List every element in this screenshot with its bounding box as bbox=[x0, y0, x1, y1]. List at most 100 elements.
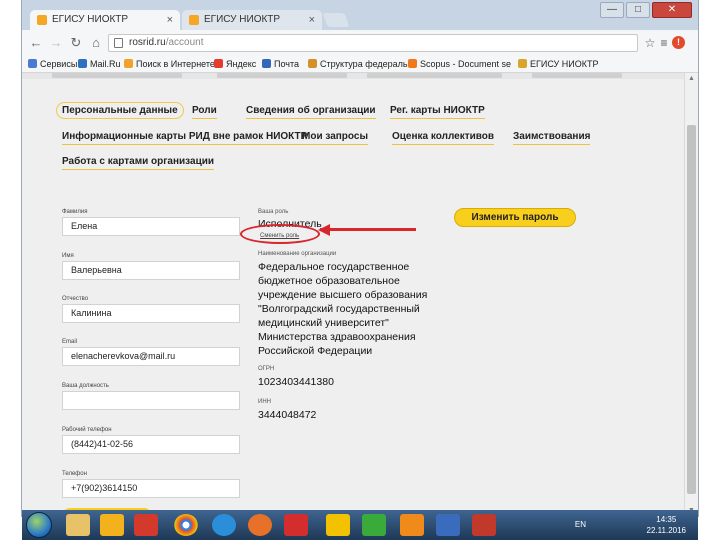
favicon-icon bbox=[189, 15, 199, 25]
tab-borrowing[interactable]: Заимствования bbox=[513, 131, 591, 145]
bookmark-item[interactable]: Яндекс bbox=[214, 57, 256, 71]
bookmark-item[interactable]: Mail.Ru bbox=[78, 57, 121, 71]
bookmark-item[interactable]: Поиск в Интернете bbox=[124, 57, 215, 71]
tab-my-requests[interactable]: Мои запросы bbox=[302, 131, 368, 145]
patronymic-label: Отчество bbox=[62, 296, 89, 302]
app-a-icon[interactable] bbox=[362, 514, 386, 536]
role-label: Ваша роль bbox=[258, 209, 289, 215]
scrollbar-thumb[interactable] bbox=[687, 125, 696, 494]
page-icon bbox=[114, 38, 123, 48]
org-name-line: "Волгоградский государственный bbox=[258, 303, 420, 315]
start-button-icon[interactable] bbox=[26, 512, 52, 538]
scroll-up-icon[interactable]: ▲ bbox=[688, 75, 695, 82]
position-label: Ваша должность bbox=[62, 383, 109, 389]
title-bar: ЕГИСУ НИОКТР × ЕГИСУ НИОКТР × — □ ✕ bbox=[22, 0, 698, 30]
browser-window: ЕГИСУ НИОКТР × ЕГИСУ НИОКТР × — □ ✕ ← → … bbox=[22, 0, 698, 516]
position-input[interactable] bbox=[62, 391, 240, 410]
org-name-line: Федеральное государственное bbox=[258, 261, 410, 273]
minimize-button[interactable]: — bbox=[600, 2, 624, 18]
surname-input[interactable]: Елена bbox=[62, 217, 240, 236]
work-phone-label: Рабочий телефон bbox=[62, 427, 112, 433]
vk-icon[interactable] bbox=[436, 514, 460, 536]
bookmark-item[interactable]: ЕГИСУ НИОКТР bbox=[518, 57, 598, 71]
name-input[interactable]: Валерьевна bbox=[62, 261, 240, 280]
forward-arrow-icon[interactable]: → bbox=[48, 35, 64, 51]
header-fragment bbox=[532, 73, 622, 78]
bookmark-label: Поиск в Интернете bbox=[136, 59, 215, 69]
tab-title: ЕГИСУ НИОКТР bbox=[52, 14, 129, 25]
surname-label: Фамилия bbox=[62, 209, 88, 215]
chrome-icon[interactable] bbox=[174, 514, 198, 536]
annotation-arrow-line bbox=[320, 228, 416, 231]
presentation-icon[interactable] bbox=[472, 514, 496, 536]
bookmarks-bar: Сервисы Mail.Ru Поиск в Интернете Яндекс… bbox=[22, 56, 698, 73]
phone-label: Телефон bbox=[62, 471, 87, 477]
tab-label: Роли bbox=[192, 105, 217, 119]
tab-label: Оценка коллективов bbox=[392, 131, 495, 145]
browser-toolbar: ← → ↻ ⌂ rosrid.ru/account ☆ ≡ ! bbox=[22, 30, 698, 56]
tab-close-icon[interactable]: × bbox=[309, 10, 315, 30]
patronymic-input[interactable]: Калинина bbox=[62, 304, 240, 323]
url-host: rosrid.ru bbox=[129, 37, 166, 48]
home-icon[interactable]: ⌂ bbox=[88, 35, 104, 51]
bookmark-item[interactable]: Структура федераль bbox=[308, 57, 408, 71]
tab-label: Рег. карты НИОКТР bbox=[390, 105, 485, 119]
folder-icon bbox=[308, 59, 317, 68]
explorer-icon[interactable] bbox=[66, 514, 90, 536]
tab-personal-data[interactable]: Персональные данные bbox=[56, 102, 184, 119]
menu-icon[interactable]: ≡ bbox=[656, 35, 672, 51]
email-label: Email bbox=[62, 339, 78, 345]
tab-roles[interactable]: Роли bbox=[192, 105, 217, 119]
bookmark-item[interactable]: Сервисы bbox=[28, 57, 77, 71]
tab-reg-cards[interactable]: Рег. карты НИОКТР bbox=[390, 105, 485, 119]
bookmark-label: ЕГИСУ НИОКТР bbox=[530, 59, 599, 69]
media-player-icon[interactable] bbox=[100, 514, 124, 536]
back-arrow-icon[interactable]: ← bbox=[28, 35, 44, 51]
ogrn-label: ОГРН bbox=[258, 366, 275, 372]
window-controls: — □ ✕ bbox=[600, 2, 692, 18]
close-window-button[interactable]: ✕ bbox=[652, 2, 692, 18]
header-fragment bbox=[52, 73, 182, 78]
bookmark-label: Яндекс bbox=[226, 59, 257, 69]
mailru-icon bbox=[78, 59, 87, 68]
tab-close-icon[interactable]: × bbox=[167, 10, 173, 30]
phone-input[interactable]: +7(902)3614150 bbox=[62, 479, 240, 498]
tab-egisu-2[interactable]: ЕГИСУ НИОКТР × bbox=[182, 10, 322, 30]
firefox-icon[interactable] bbox=[248, 514, 272, 536]
email-input[interactable]: elenacherevkova@mail.ru bbox=[62, 347, 240, 366]
tab-egisu-1[interactable]: ЕГИСУ НИОКТР × bbox=[30, 10, 180, 30]
egisu-icon bbox=[518, 59, 527, 68]
tab-org-cards[interactable]: Работа с картами организации bbox=[62, 156, 215, 170]
bookmark-item[interactable]: Почта bbox=[262, 57, 299, 71]
new-tab-button[interactable] bbox=[322, 13, 350, 27]
org-name-line: учреждение высшего образования bbox=[258, 289, 428, 301]
tab-title: ЕГИСУ НИОКТР bbox=[204, 14, 281, 25]
work-phone-input[interactable]: (8442)41-02-56 bbox=[62, 435, 240, 454]
change-password-button[interactable]: Изменить пароль bbox=[454, 208, 576, 227]
name-label: Имя bbox=[62, 253, 74, 259]
search-icon bbox=[124, 59, 133, 68]
tab-label: Заимствования bbox=[513, 131, 591, 145]
bookmark-label: Scopus - Document se bbox=[420, 59, 512, 69]
mail-agent-icon[interactable] bbox=[326, 514, 350, 536]
ie-icon[interactable] bbox=[212, 514, 236, 536]
alert-badge-icon[interactable]: ! bbox=[672, 36, 685, 49]
maximize-button[interactable]: □ bbox=[626, 2, 650, 18]
clock-time: 14:35 bbox=[656, 515, 677, 524]
system-clock[interactable]: 14:35 22.11.2016 bbox=[647, 514, 686, 536]
tab-team-evaluation[interactable]: Оценка коллективов bbox=[392, 131, 495, 145]
vertical-scrollbar[interactable]: ▲ ▼ bbox=[684, 73, 698, 516]
yandex-browser-icon[interactable] bbox=[284, 514, 308, 536]
tab-info-cards[interactable]: Информационные карты РИД вне рамок НИОКТ… bbox=[62, 131, 308, 145]
odnoklassniki-icon[interactable] bbox=[400, 514, 424, 536]
cut-off-header bbox=[22, 73, 684, 79]
reload-icon[interactable]: ↻ bbox=[68, 35, 84, 51]
address-bar[interactable]: rosrid.ru/account bbox=[108, 34, 638, 52]
inn-label: ИНН bbox=[258, 399, 271, 405]
bookmark-item[interactable]: Scopus - Document se bbox=[408, 57, 511, 71]
pdf-reader-icon[interactable] bbox=[134, 514, 158, 536]
account-page: Персональные данные Роли Сведения об орг… bbox=[22, 73, 684, 516]
language-indicator[interactable]: EN bbox=[575, 520, 586, 529]
tab-org-info[interactable]: Сведения об организации bbox=[246, 105, 376, 119]
org-name-line: медицинский университет" bbox=[258, 317, 389, 329]
